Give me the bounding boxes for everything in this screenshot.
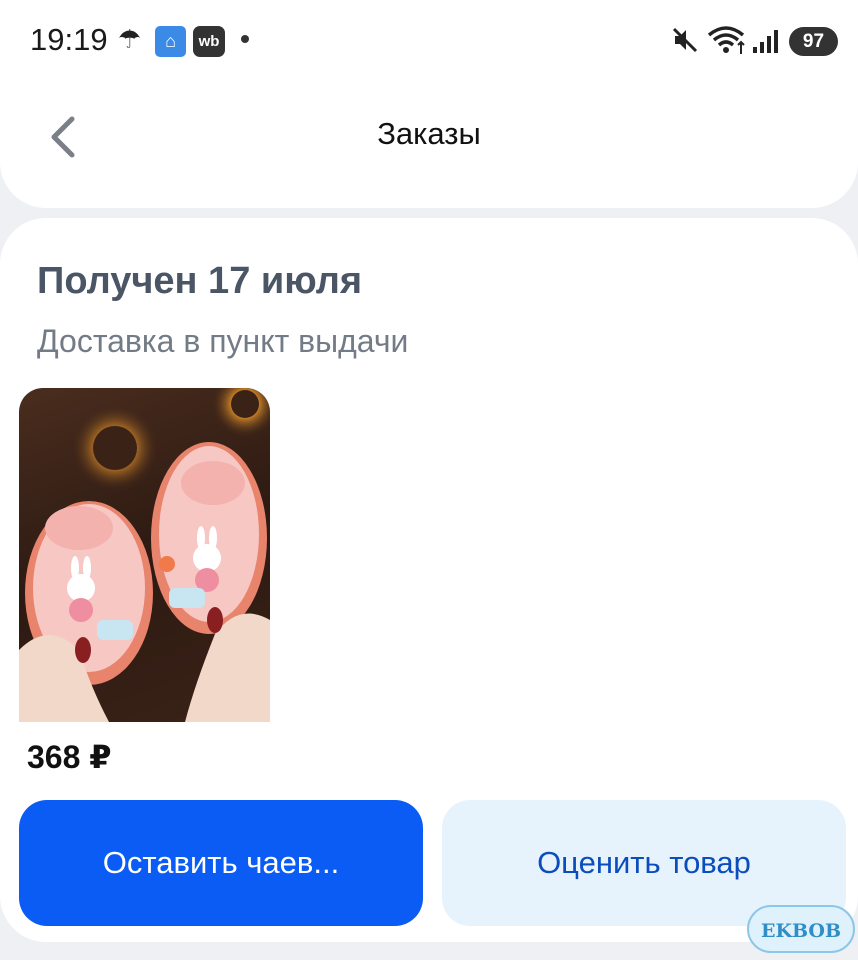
status-time: 19:19 xyxy=(30,22,108,57)
battery-icon: 97 xyxy=(789,27,838,56)
watermark-logo: EKBOB xyxy=(747,905,855,953)
wb-app-icon: wb xyxy=(193,26,225,57)
page-title: Заказы xyxy=(377,116,481,151)
product-price: 368 ₽ xyxy=(27,739,112,775)
top-panel: 19:19 ☂ ⌂ wb 97 Заказы xyxy=(0,0,858,208)
product-image[interactable] xyxy=(19,388,270,722)
delivery-type: Доставка в пункт выдачи xyxy=(37,323,409,359)
leave-tip-button[interactable]: Оставить чаев... xyxy=(19,800,423,926)
signal-icon xyxy=(752,27,782,60)
order-status-title: Получен 17 июля xyxy=(37,260,363,302)
status-bar: 19:19 ☂ ⌂ wb 97 xyxy=(0,0,858,84)
umbrella-icon: ☂ xyxy=(118,24,142,54)
home-app-icon: ⌂ xyxy=(155,26,186,57)
mute-icon xyxy=(671,26,699,59)
wifi-icon xyxy=(706,24,748,61)
notification-dot-icon xyxy=(241,35,249,43)
